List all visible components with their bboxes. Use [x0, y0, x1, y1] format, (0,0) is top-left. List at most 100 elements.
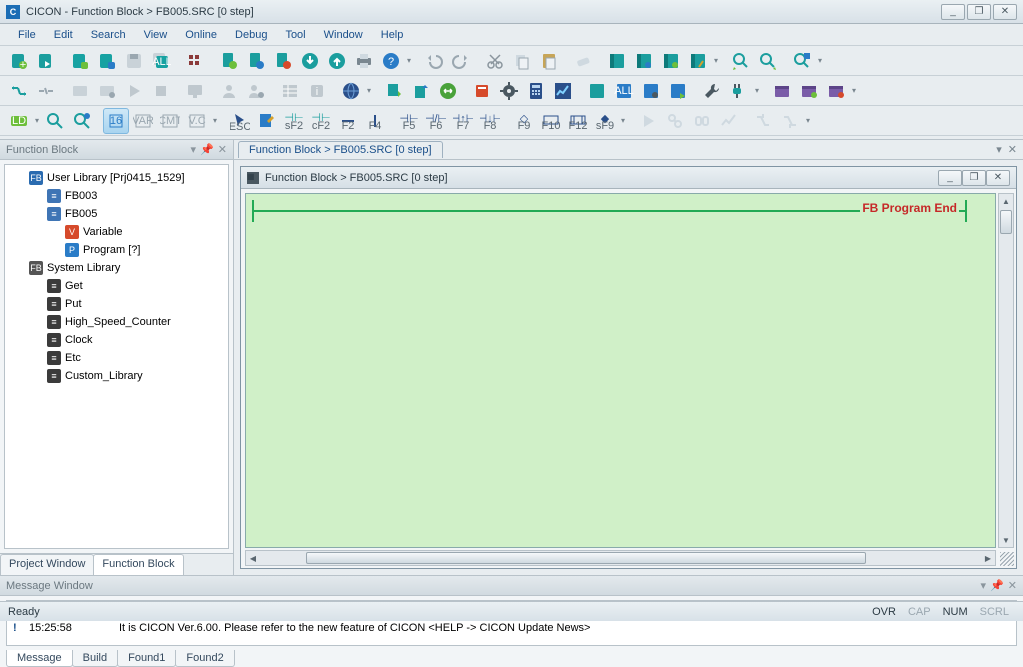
- horizontal-scrollbar[interactable]: ◀ ▶: [245, 550, 996, 566]
- msg-tab-message[interactable]: Message: [6, 650, 73, 667]
- ladder-canvas[interactable]: FB Program End: [245, 193, 996, 548]
- new-file-icon[interactable]: [67, 48, 93, 74]
- msgwin-pin-icon[interactable]: 📌: [990, 579, 1004, 592]
- step-dim2-icon[interactable]: [777, 108, 803, 134]
- toolbar3-overflow-1[interactable]: ▾: [211, 108, 219, 134]
- table-icon[interactable]: [277, 78, 303, 104]
- menu-online[interactable]: Online: [177, 26, 225, 44]
- book4-icon[interactable]: [685, 48, 711, 74]
- replace-icon[interactable]: [789, 48, 815, 74]
- sidebar-dropdown-icon[interactable]: ▾: [191, 143, 197, 156]
- book-s-icon[interactable]: [584, 78, 610, 104]
- sidebar-close-icon[interactable]: ✕: [218, 143, 227, 156]
- f4-icon[interactable]: F4: [362, 108, 388, 134]
- f8-icon[interactable]: ⊣↓⊢F8: [477, 108, 503, 134]
- menu-edit[interactable]: Edit: [46, 26, 81, 44]
- info-icon[interactable]: i: [304, 78, 330, 104]
- trend-icon[interactable]: [550, 78, 576, 104]
- restore-button[interactable]: ❐: [967, 4, 991, 20]
- book-gear-icon[interactable]: [638, 78, 664, 104]
- download-icon[interactable]: [297, 48, 323, 74]
- msg-tab-build[interactable]: Build: [72, 650, 118, 667]
- menu-view[interactable]: View: [136, 26, 176, 44]
- scroll-right-icon[interactable]: ▶: [981, 551, 995, 565]
- sf2-icon[interactable]: ⊣⊢sF2: [281, 108, 307, 134]
- tree-hsc[interactable]: ≡High_Speed_Counter: [7, 313, 226, 331]
- toolbar3-overflow-2[interactable]: ▾: [619, 108, 627, 134]
- inner-minimize-button[interactable]: _: [938, 170, 962, 186]
- search-fwd-icon[interactable]: [755, 48, 781, 74]
- run-icon[interactable]: [121, 78, 147, 104]
- toolbar1-overflow-3[interactable]: ▾: [816, 48, 824, 74]
- toolbar3-overflow-3[interactable]: ▾: [804, 108, 812, 134]
- vscroll-thumb[interactable]: [1000, 210, 1012, 234]
- module-red-icon[interactable]: [469, 78, 495, 104]
- scroll-left-icon[interactable]: ◀: [246, 551, 260, 565]
- doc-tab-dropdown-icon[interactable]: ▾: [996, 143, 1002, 156]
- book3-icon[interactable]: [658, 48, 684, 74]
- trace-dim-icon[interactable]: [716, 108, 742, 134]
- sf9-icon[interactable]: ◆sF9: [592, 108, 618, 134]
- toolbar2-overflow-1[interactable]: ▾: [365, 78, 373, 104]
- open-project-icon[interactable]: [33, 48, 59, 74]
- zoom-icon[interactable]: [42, 108, 68, 134]
- cf2-icon[interactable]: ⊣⊢cF2: [308, 108, 334, 134]
- module-icon[interactable]: [67, 78, 93, 104]
- menu-help[interactable]: Help: [373, 26, 412, 44]
- book2-icon[interactable]: [631, 48, 657, 74]
- disconnect-icon[interactable]: [33, 78, 59, 104]
- grid-icon[interactable]: [182, 48, 208, 74]
- stop-icon[interactable]: [148, 78, 174, 104]
- menu-file[interactable]: File: [10, 26, 44, 44]
- resize-grip[interactable]: [1000, 552, 1014, 566]
- cmt-icon[interactable]: CMT: [157, 108, 183, 134]
- menu-tool[interactable]: Tool: [277, 26, 313, 44]
- doc-tab-close-icon[interactable]: ✕: [1008, 143, 1017, 156]
- new-project-icon[interactable]: +: [6, 48, 32, 74]
- undo-icon[interactable]: [421, 48, 447, 74]
- book-play-icon[interactable]: [665, 78, 691, 104]
- f5-icon[interactable]: ⊣⊢F5: [396, 108, 422, 134]
- inner-restore-button[interactable]: ❐: [962, 170, 986, 186]
- tab-function-block[interactable]: Function Block: [93, 554, 183, 575]
- toolbar1-overflow-2[interactable]: ▾: [712, 48, 720, 74]
- f9-icon[interactable]: ◇F9: [511, 108, 537, 134]
- book-all-icon[interactable]: ALL: [611, 78, 637, 104]
- tree-etc[interactable]: ≡Etc: [7, 349, 226, 367]
- user-settings-icon[interactable]: [243, 78, 269, 104]
- archive3-icon[interactable]: [823, 78, 849, 104]
- f2-icon[interactable]: F2: [335, 108, 361, 134]
- user-icon[interactable]: [216, 78, 242, 104]
- vertical-scrollbar[interactable]: ▲ ▼: [998, 193, 1014, 548]
- wrench-icon[interactable]: [699, 78, 725, 104]
- toolbar2-overflow-2[interactable]: ▾: [753, 78, 761, 104]
- menu-search[interactable]: Search: [83, 26, 134, 44]
- tree-program[interactable]: PProgram [?]: [7, 241, 226, 259]
- search-back-icon[interactable]: [728, 48, 754, 74]
- ld-icon[interactable]: LD: [6, 108, 32, 134]
- msg-tab-found1[interactable]: Found1: [117, 650, 176, 667]
- close-button[interactable]: ✕: [993, 4, 1017, 20]
- f10-icon[interactable]: F10: [538, 108, 564, 134]
- msgwin-close-icon[interactable]: ✕: [1008, 579, 1017, 592]
- tab-project-window[interactable]: Project Window: [0, 554, 94, 575]
- paste-icon[interactable]: [536, 48, 562, 74]
- minimize-button[interactable]: _: [941, 4, 965, 20]
- cursor-icon[interactable]: ESC: [227, 108, 253, 134]
- tree-fb003[interactable]: ≡FB003: [7, 187, 226, 205]
- global-icon[interactable]: [338, 78, 364, 104]
- sync-down-icon[interactable]: [381, 78, 407, 104]
- play-dim-icon[interactable]: [635, 108, 661, 134]
- sync-both-icon[interactable]: [435, 78, 461, 104]
- sidebar-pin-icon[interactable]: 📌: [200, 143, 214, 156]
- tree-user-library[interactable]: FBUser Library [Prj0415_1529]: [7, 169, 226, 187]
- f6-icon[interactable]: ⊣/⊢F6: [423, 108, 449, 134]
- doc-add-icon[interactable]: [216, 48, 242, 74]
- print-icon[interactable]: [351, 48, 377, 74]
- msg-tab-found2[interactable]: Found2: [175, 650, 234, 667]
- msgwin-dropdown-icon[interactable]: ▾: [981, 579, 987, 592]
- menu-debug[interactable]: Debug: [227, 26, 275, 44]
- toolbar1-overflow[interactable]: ▾: [405, 48, 413, 74]
- hex1-icon[interactable]: 16: [103, 108, 129, 134]
- copy-icon[interactable]: [509, 48, 535, 74]
